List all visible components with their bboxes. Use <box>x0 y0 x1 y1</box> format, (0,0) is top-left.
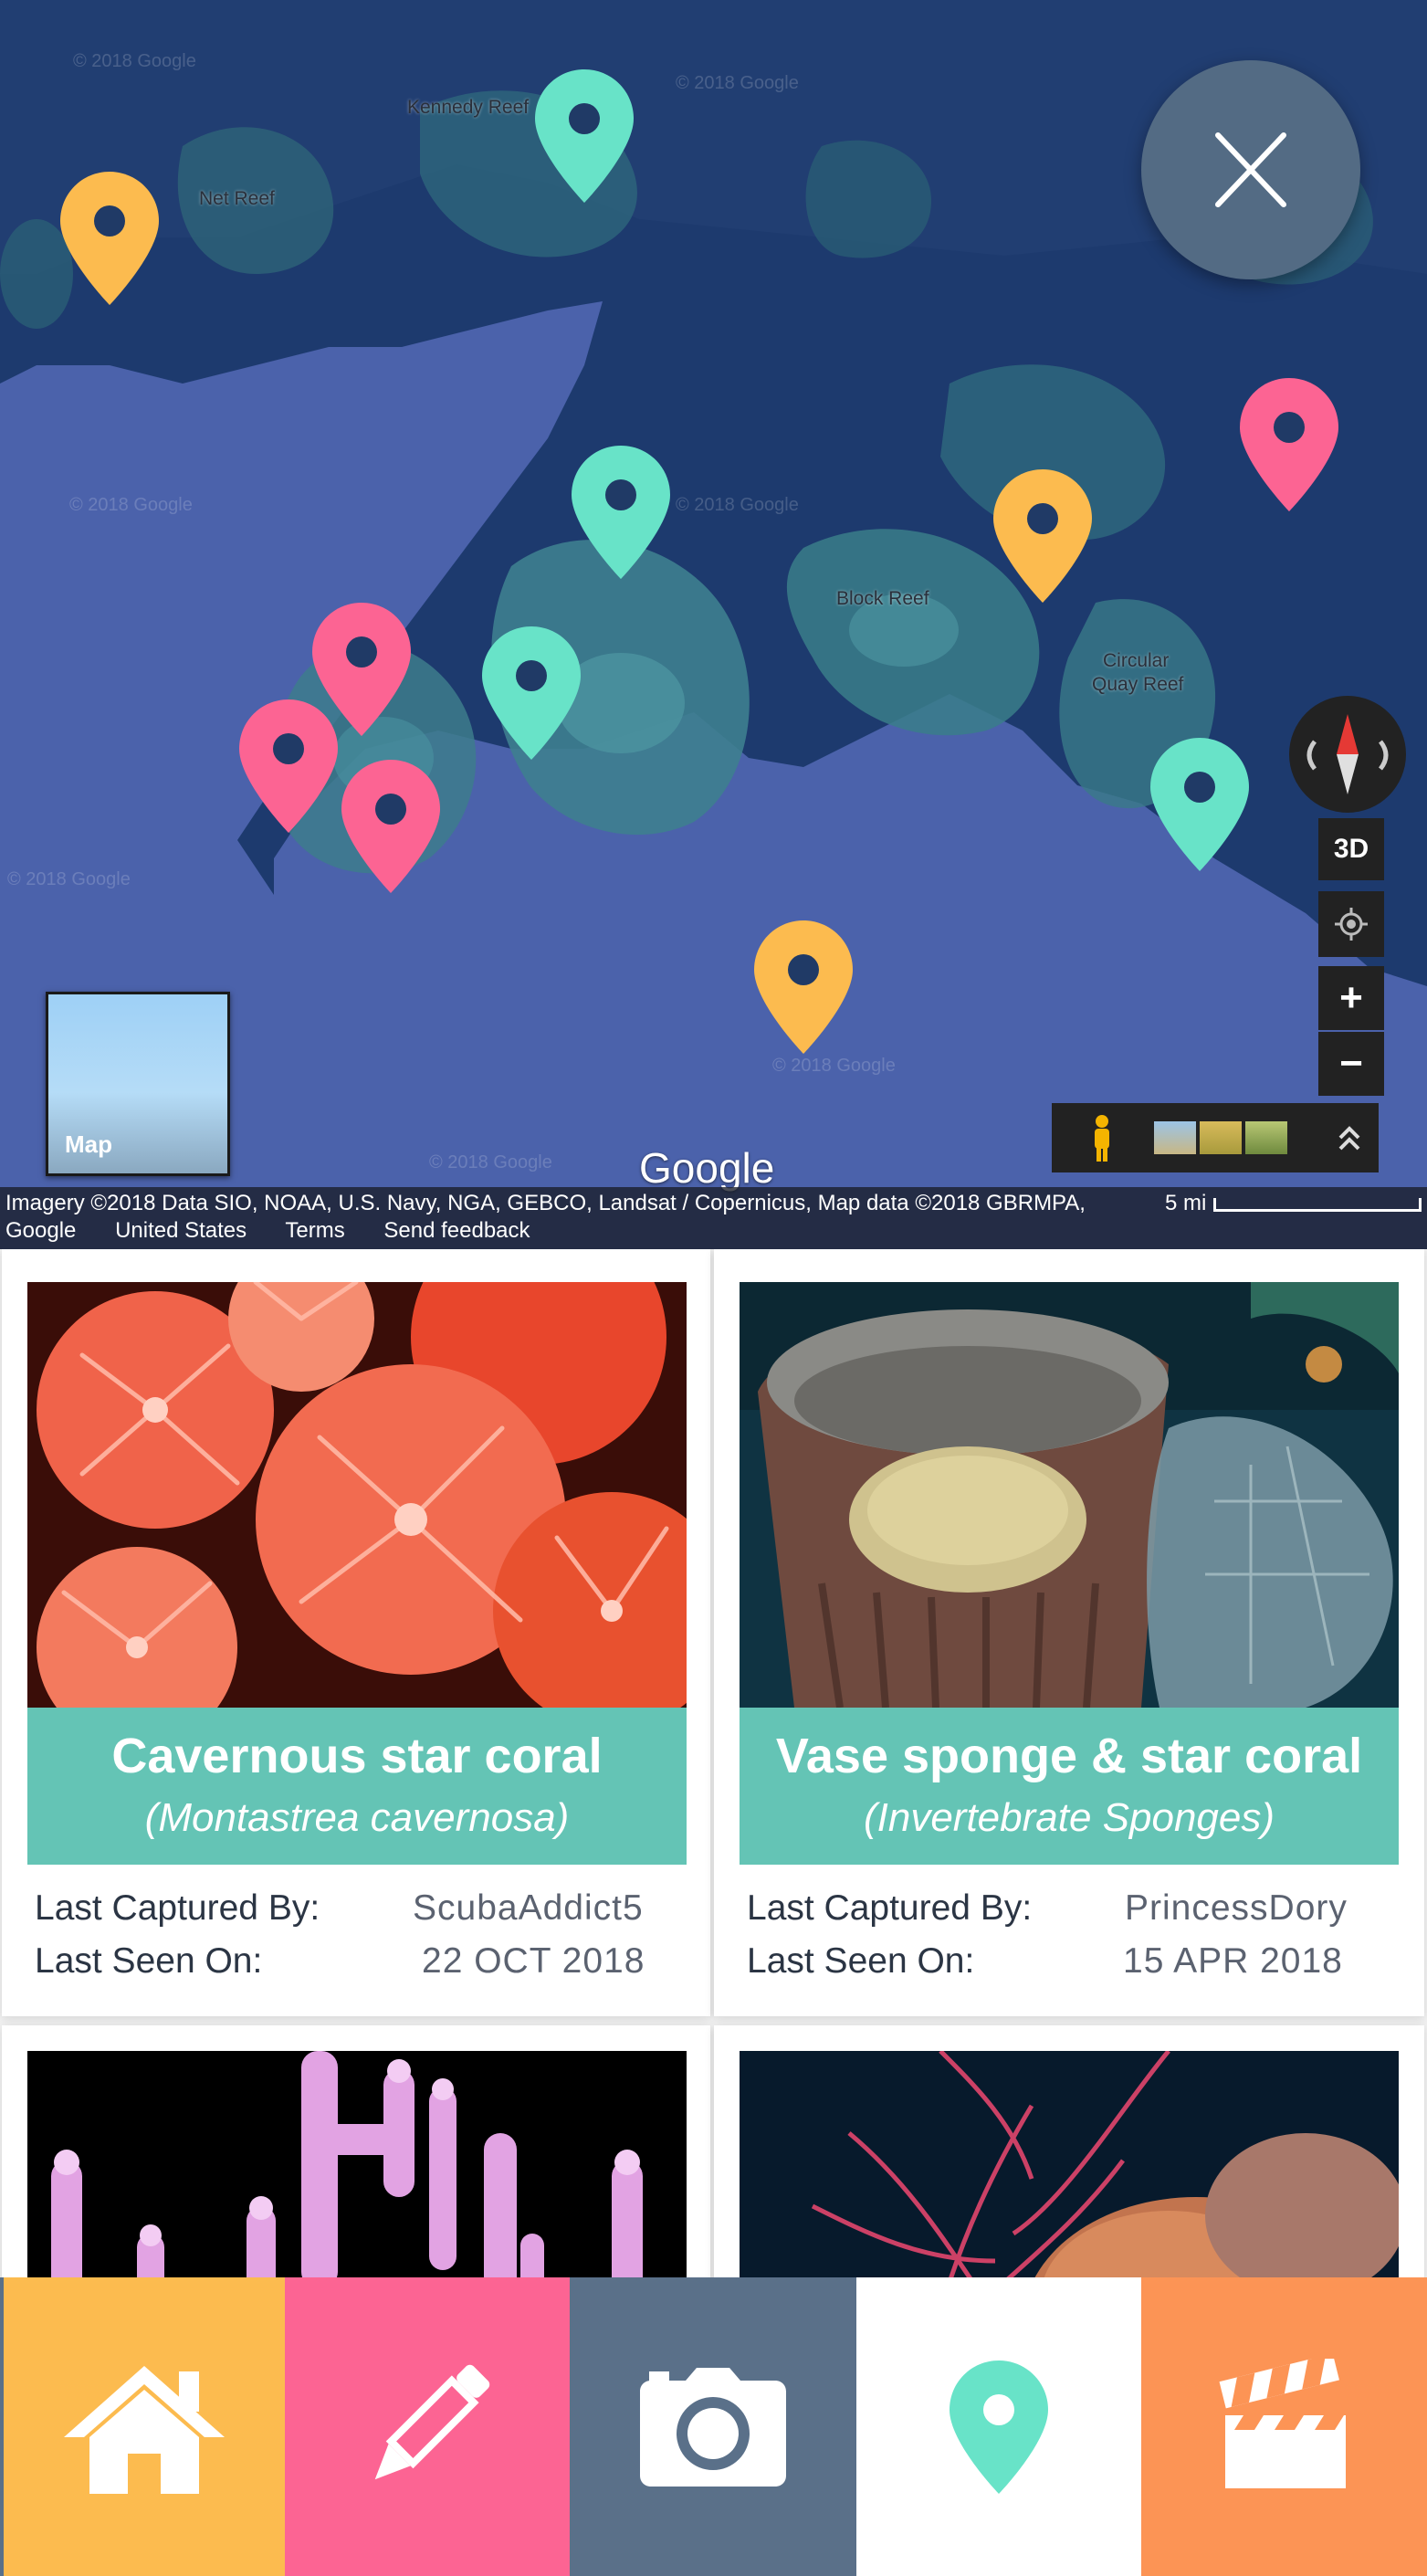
pegman-icon[interactable] <box>1070 1110 1134 1165</box>
last-captured-by-label: Last Captured By: <box>747 1888 1033 1928</box>
species-card[interactable] <box>714 2025 1424 2277</box>
map-marker-pin-icon[interactable] <box>58 170 161 307</box>
compass-icon <box>1306 714 1389 794</box>
attribution-link-google[interactable]: Google <box>5 1218 76 1243</box>
species-photo[interactable] <box>740 1282 1399 1708</box>
coral-photo-image <box>27 2051 687 2277</box>
close-icon <box>1215 132 1286 207</box>
map-type-label: Map <box>65 1130 112 1158</box>
species-card[interactable]: Vase sponge & star coral (Invertebrate S… <box>714 1249 1424 2016</box>
map-marker-pin-icon[interactable] <box>237 698 340 835</box>
place-label-kennedy-reef: Kennedy Reef <box>407 97 530 118</box>
reef-photo-image <box>740 2051 1399 2277</box>
location-target-icon <box>1335 908 1368 941</box>
map-marker-pin-icon[interactable] <box>570 444 672 581</box>
last-captured-by-value: PrincessDory <box>1125 1888 1348 1928</box>
nav-item-videos[interactable] <box>1141 2277 1427 2576</box>
home-icon <box>64 2365 225 2494</box>
species-scientific-name: (Montastrea cavernosa) <box>144 1795 570 1840</box>
place-label-circular-quay-reef: Quay Reef <box>1092 674 1184 695</box>
attribution-link-feedback[interactable]: Send feedback <box>383 1218 530 1243</box>
zoom-in-button[interactable]: + <box>1318 966 1384 1030</box>
nav-item-home[interactable] <box>4 2277 285 2576</box>
map-pin-icon <box>950 2360 1048 2494</box>
species-common-name: Vase sponge & star coral <box>775 1729 1363 1783</box>
imagery-thumbnail[interactable] <box>1200 1121 1242 1154</box>
nav-item-edit[interactable] <box>285 2277 570 2576</box>
species-card-grid[interactable]: Cavernous star coral (Montastrea caverno… <box>0 1249 1427 2277</box>
map-marker-pin-icon[interactable] <box>533 68 635 205</box>
scale-label: 5 mi <box>1165 1191 1207 1215</box>
last-captured-by-label: Last Captured By: <box>35 1888 320 1928</box>
nav-item-camera[interactable] <box>570 2277 856 2576</box>
species-title-band: Vase sponge & star coral (Invertebrate S… <box>740 1708 1399 1865</box>
species-common-name: Cavernous star coral <box>111 1729 603 1783</box>
my-location-button[interactable] <box>1318 891 1384 957</box>
last-seen-on-label: Last Seen On: <box>747 1941 975 1981</box>
map-attribution-bar: Imagery ©2018 Data SIO, NOAA, U.S. Navy,… <box>0 1187 1427 1249</box>
compass-control[interactable] <box>1289 696 1406 813</box>
3d-toggle-button[interactable]: 3D <box>1318 818 1384 880</box>
map-watermark: © 2018 Google <box>69 495 193 515</box>
species-photo[interactable] <box>740 2051 1399 2277</box>
species-scientific-name: (Invertebrate Sponges) <box>863 1795 1275 1840</box>
last-seen-on-value: 15 APR 2018 <box>1123 1941 1343 1981</box>
attribution-link-terms[interactable]: Terms <box>285 1218 344 1243</box>
place-label-circular-quay-reef: Circular <box>1103 650 1170 671</box>
imagery-thumbnail[interactable] <box>1154 1121 1196 1154</box>
map-marker-pin-icon[interactable] <box>340 758 442 895</box>
species-photo[interactable] <box>27 2051 687 2277</box>
attribution-link-region[interactable]: United States <box>115 1218 247 1243</box>
chevron-up-icon[interactable] <box>1331 1120 1368 1156</box>
map-type-toggle[interactable]: Map <box>46 992 230 1176</box>
sponge-photo-image <box>740 1282 1399 1708</box>
map-view[interactable]: © 2018 Google © 2018 Google © 2018 Googl… <box>0 0 1427 1249</box>
nav-item-map[interactable] <box>856 2277 1141 2576</box>
species-card[interactable]: Cavernous star coral (Montastrea caverno… <box>2 1249 710 2016</box>
camera-icon <box>640 2367 786 2487</box>
map-watermark: © 2018 Google <box>676 495 799 515</box>
street-view-bar[interactable] <box>1052 1103 1379 1172</box>
place-label-net-reef: Net Reef <box>199 188 275 209</box>
zoom-out-button[interactable]: − <box>1318 1032 1384 1096</box>
species-photo[interactable] <box>27 1282 687 1708</box>
place-label-block-reef: Block Reef <box>836 588 929 609</box>
map-watermark: © 2018 Google <box>429 1152 552 1172</box>
last-seen-on-label: Last Seen On: <box>35 1941 263 1981</box>
species-card[interactable] <box>2 2025 710 2277</box>
map-scale: 5 mi <box>1165 1191 1422 1216</box>
map-watermark: © 2018 Google <box>73 51 196 71</box>
species-title-band: Cavernous star coral (Montastrea caverno… <box>27 1708 687 1865</box>
map-watermark: © 2018 Google <box>676 73 799 93</box>
scale-bar <box>1213 1198 1422 1212</box>
attribution-text: Imagery ©2018 Data SIO, NOAA, U.S. Navy,… <box>5 1191 1086 1215</box>
map-marker-pin-icon[interactable] <box>1238 376 1340 513</box>
map-marker-pin-icon[interactable] <box>752 919 855 1056</box>
clapperboard-icon <box>1219 2358 1346 2488</box>
google-logo: Google <box>639 1144 775 1192</box>
last-seen-on-value: 22 OCT 2018 <box>422 1941 645 1981</box>
imagery-thumbnail[interactable] <box>1245 1121 1287 1154</box>
app-root: © 2018 Google © 2018 Google © 2018 Googl… <box>0 0 1427 2576</box>
map-watermark: © 2018 Google <box>7 869 131 889</box>
last-captured-by-value: ScubaAddict5 <box>413 1888 644 1928</box>
map-marker-pin-icon[interactable] <box>480 625 582 762</box>
bottom-nav <box>0 2277 1427 2576</box>
pencil-icon <box>374 2364 490 2479</box>
close-button[interactable] <box>1141 60 1360 279</box>
map-marker-pin-icon[interactable] <box>1149 736 1251 873</box>
map-watermark: © 2018 Google <box>772 1056 896 1076</box>
map-marker-pin-icon[interactable] <box>992 468 1094 605</box>
coral-photo-image <box>27 1282 687 1708</box>
